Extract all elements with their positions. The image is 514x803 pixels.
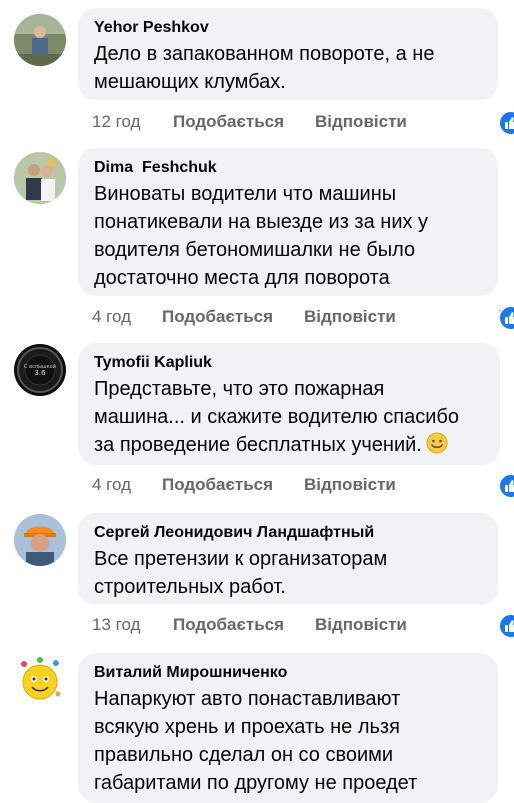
avatar-photo	[14, 514, 66, 566]
comment-time[interactable]: 4 год	[92, 473, 131, 497]
avatar-photo	[14, 654, 66, 706]
comment-bubble: Tymofii Kapliuk Представьте, что это пож…	[78, 343, 500, 465]
comment-bubble: Сергей Леонидович Ландшафтный Все претен…	[78, 513, 498, 605]
like-button[interactable]: Подобається	[173, 613, 284, 637]
like-button[interactable]: Подобається	[162, 305, 273, 329]
avatar-photo	[14, 14, 66, 66]
comment-text: Все претензии к организаторам строительн…	[94, 548, 388, 598]
avatar-photo	[14, 152, 66, 204]
comment-author[interactable]: Dima Feshchuk	[94, 158, 482, 178]
reply-button[interactable]: Відповісти	[304, 305, 396, 329]
comment-text: Представьте, что это пожарная машина... …	[94, 375, 484, 459]
comment-actions: 13 год Подобається Відповісти 6	[78, 613, 514, 639]
comment-text: Виноваты водители что машины понатикевал…	[94, 183, 429, 289]
comment-actions: 4 год Подобається Відповісти 12	[78, 473, 514, 499]
avatar[interactable]	[14, 152, 66, 204]
comment-bubble: Dima Feshchuk Виноваты водители что маши…	[78, 148, 498, 296]
comment-text: Напаркуют авто понаставливают всякую хре…	[94, 688, 418, 794]
comment-text: Дело в запакованном повороте, а не мешаю…	[94, 43, 435, 93]
comment-author[interactable]: Сергей Леонидович Ландшафтный	[94, 523, 482, 543]
comment-actions: 4 год Подобається Відповісти 5	[78, 305, 514, 331]
svg-text:3.6: 3.6	[34, 369, 46, 377]
comment-author[interactable]: Tymofii Kapliuk	[94, 353, 484, 373]
comment-bubble: Виталий Мирошниченко Напаркуют авто пона…	[78, 653, 498, 803]
comment-time[interactable]: 13 год	[92, 613, 140, 637]
comment-actions: 12 год Подобається Відповісти 40	[78, 110, 514, 136]
comment-time[interactable]: 4 год	[92, 305, 131, 329]
avatar[interactable]	[14, 14, 66, 66]
avatar[interactable]: С вспышкой 3.6	[14, 344, 66, 396]
comment-time[interactable]: 12 год	[92, 110, 140, 134]
avatar[interactable]	[14, 654, 66, 706]
like-button[interactable]: Подобається	[162, 473, 273, 497]
smiling-face-icon	[426, 432, 448, 454]
reply-button[interactable]: Відповісти	[315, 613, 407, 637]
comment-author[interactable]: Yehor Peshkov	[94, 18, 482, 38]
comment-author[interactable]: Виталий Мирошниченко	[94, 663, 482, 683]
comment-bubble: Yehor Peshkov Дело в запакованном поворо…	[78, 8, 498, 100]
comment-text-body: Представьте, что это пожарная машина... …	[94, 378, 459, 456]
reply-button[interactable]: Відповісти	[315, 110, 407, 134]
like-button[interactable]: Подобається	[173, 110, 284, 134]
avatar[interactable]	[14, 514, 66, 566]
reply-button[interactable]: Відповісти	[304, 473, 396, 497]
avatar-photo: С вспышкой 3.6	[14, 344, 66, 396]
